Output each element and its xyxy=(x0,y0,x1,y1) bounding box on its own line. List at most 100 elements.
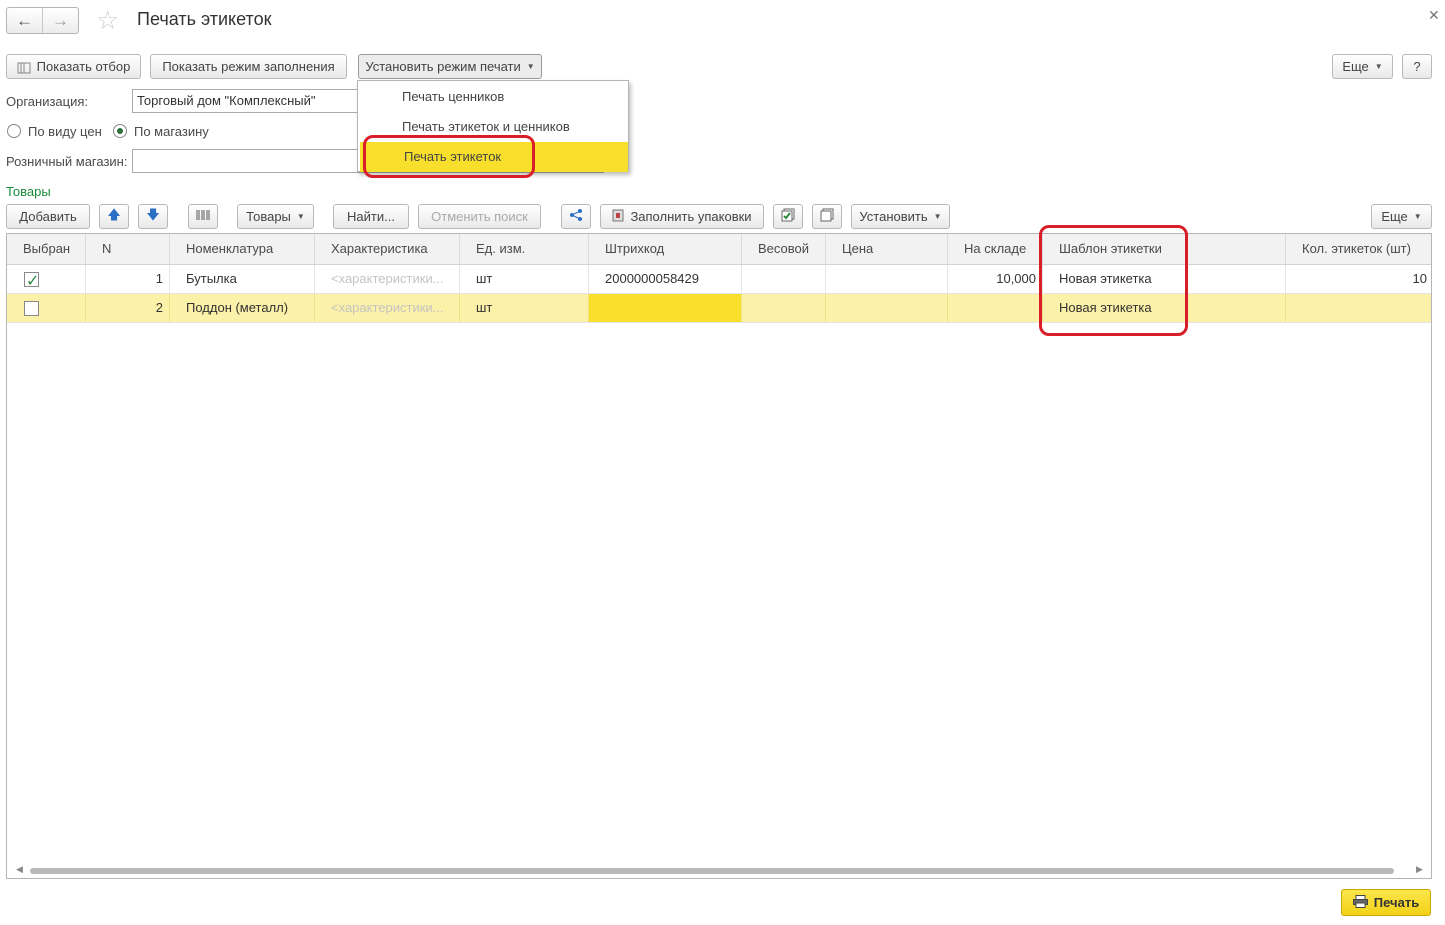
chevron-down-icon: ▼ xyxy=(526,62,535,71)
page-title: Печать этикеток xyxy=(137,9,272,29)
organization-field[interactable]: Торговый дом "Комплексный" xyxy=(132,89,372,113)
help-button[interactable]: ? xyxy=(1402,54,1432,79)
unit-cell[interactable]: шт xyxy=(460,265,589,293)
characteristic-cell[interactable]: <характеристики... xyxy=(315,294,460,322)
navigation-buttons: ← → xyxy=(6,7,79,34)
labels-count-cell[interactable]: 10 xyxy=(1286,265,1431,293)
share-button[interactable] xyxy=(561,204,591,229)
fill-packages-button[interactable]: Заполнить упаковки xyxy=(600,204,764,229)
price-cell[interactable] xyxy=(826,265,948,293)
help-label: ? xyxy=(1413,59,1421,74)
menu-item-print-price-tags[interactable]: Печать ценников xyxy=(358,82,628,112)
labels-count-cell[interactable] xyxy=(1286,294,1431,322)
radio-by-store-label: По магазину xyxy=(134,124,209,139)
column-header-weighted[interactable]: Весовой xyxy=(742,234,826,264)
arrow-up-icon: 🡅 xyxy=(107,206,121,222)
highlight-frame-menu xyxy=(363,135,535,178)
chevron-down-icon: ▼ xyxy=(296,212,305,221)
column-header-barcode[interactable]: Штрихкод xyxy=(589,234,742,264)
row-checkbox[interactable]: ✓ xyxy=(24,272,39,290)
check-all-icon xyxy=(781,208,795,225)
unit-cell[interactable]: шт xyxy=(460,294,589,322)
show-fill-mode-button[interactable]: Показать режим заполнения xyxy=(150,54,347,79)
column-header-characteristic[interactable]: Характеристика xyxy=(315,234,460,264)
barcode-cell[interactable]: 2000000058429 xyxy=(589,265,742,293)
set-menu-button[interactable]: Установить ▼ xyxy=(851,204,950,229)
chevron-down-icon: ▼ xyxy=(1413,212,1422,221)
column-header-price[interactable]: Цена xyxy=(826,234,948,264)
goods-table: Выбран N Номенклатура Характеристика Ед.… xyxy=(6,233,1432,879)
scroll-right-icon[interactable]: ▶ xyxy=(1416,864,1423,875)
set-print-mode-button[interactable]: Установить режим печати ▼ xyxy=(358,54,542,79)
item-cell[interactable]: Бутылка xyxy=(170,265,315,293)
add-button[interactable]: Добавить xyxy=(6,204,90,229)
selected-cell: ✓ xyxy=(7,265,86,293)
show-filter-button[interactable]: Показать отбор xyxy=(6,54,141,79)
column-header-stock[interactable]: На складе xyxy=(948,234,1043,264)
selected-cell xyxy=(7,294,86,322)
chevron-down-icon: ▼ xyxy=(1374,62,1383,71)
barcode-cell[interactable] xyxy=(589,294,742,322)
highlight-frame-template-column xyxy=(1039,225,1188,336)
print-button[interactable]: Печать xyxy=(1341,889,1431,916)
column-header-item[interactable]: Номенклатура xyxy=(170,234,315,264)
find-button[interactable]: Найти... xyxy=(333,204,409,229)
filter-icon xyxy=(17,61,31,73)
arrow-down-icon: 🡇 xyxy=(146,206,160,222)
move-up-button[interactable]: 🡅 xyxy=(99,204,129,229)
more-label: Еще xyxy=(1342,59,1369,74)
table-header: Выбран N Номенклатура Характеристика Ед.… xyxy=(7,234,1431,265)
table-row[interactable]: 2 Поддон (металл) <характеристики... шт … xyxy=(7,294,1431,323)
cancel-search-label: Отменить поиск xyxy=(431,209,528,224)
organization-label: Организация: xyxy=(6,94,89,109)
store-label: Розничный магазин: xyxy=(6,154,128,169)
stock-cell: 10,000 xyxy=(948,265,1043,293)
horizontal-scrollbar[interactable] xyxy=(30,868,1394,874)
scroll-left-icon[interactable]: ◀ xyxy=(16,864,23,875)
item-cell[interactable]: Поддон (металл) xyxy=(170,294,315,322)
package-icon xyxy=(612,209,624,225)
check-all-button[interactable] xyxy=(773,204,803,229)
move-down-button[interactable]: 🡇 xyxy=(138,204,168,229)
stock-cell xyxy=(948,294,1043,322)
goods-section-title: Товары xyxy=(6,184,51,199)
favorite-star-icon[interactable]: ☆ xyxy=(96,5,119,35)
column-header-n[interactable]: N xyxy=(86,234,170,264)
goods-menu-label: Товары xyxy=(246,209,291,224)
goods-more-label: Еще xyxy=(1381,209,1408,224)
barcode-icon xyxy=(196,209,210,224)
table-row[interactable]: ✓ 1 Бутылка <характеристики... шт 200000… xyxy=(7,265,1431,294)
barcode-scan-button[interactable] xyxy=(188,204,218,229)
price-cell[interactable] xyxy=(826,294,948,322)
set-menu-label: Установить xyxy=(859,209,928,224)
back-arrow-icon[interactable]: ← xyxy=(7,8,42,33)
column-header-labels-count[interactable]: Кол. этикеток (шт) xyxy=(1286,234,1431,264)
share-icon xyxy=(569,208,583,225)
goods-more-button[interactable]: Еще ▼ xyxy=(1371,204,1432,229)
goods-menu-button[interactable]: Товары ▼ xyxy=(237,204,314,229)
characteristic-cell[interactable]: <характеристики... xyxy=(315,265,460,293)
column-header-unit[interactable]: Ед. изм. xyxy=(460,234,589,264)
add-label: Добавить xyxy=(19,209,77,224)
column-header-selected[interactable]: Выбран xyxy=(7,234,86,264)
more-button[interactable]: Еще ▼ xyxy=(1332,54,1393,79)
radio-by-price-type-label: По виду цен xyxy=(28,124,102,139)
radio-by-store[interactable] xyxy=(113,124,127,138)
n-cell: 1 xyxy=(86,265,170,293)
uncheck-all-icon xyxy=(820,208,834,225)
forward-arrow-icon[interactable]: → xyxy=(42,8,78,33)
show-fill-mode-label: Показать режим заполнения xyxy=(162,59,335,74)
uncheck-all-button[interactable] xyxy=(812,204,842,229)
chevron-down-icon: ▼ xyxy=(933,212,942,221)
cancel-search-button[interactable]: Отменить поиск xyxy=(418,204,541,229)
n-cell: 2 xyxy=(86,294,170,322)
show-filter-label: Показать отбор xyxy=(36,59,131,74)
weighted-cell[interactable] xyxy=(742,294,826,322)
radio-by-price-type[interactable] xyxy=(7,124,21,138)
set-print-mode-label: Установить режим печати xyxy=(365,59,521,74)
printer-icon xyxy=(1352,894,1368,911)
row-checkbox[interactable] xyxy=(24,301,39,316)
close-icon[interactable]: ✕ xyxy=(1428,7,1440,24)
weighted-cell[interactable] xyxy=(742,265,826,293)
fill-packages-label: Заполнить упаковки xyxy=(630,209,752,224)
